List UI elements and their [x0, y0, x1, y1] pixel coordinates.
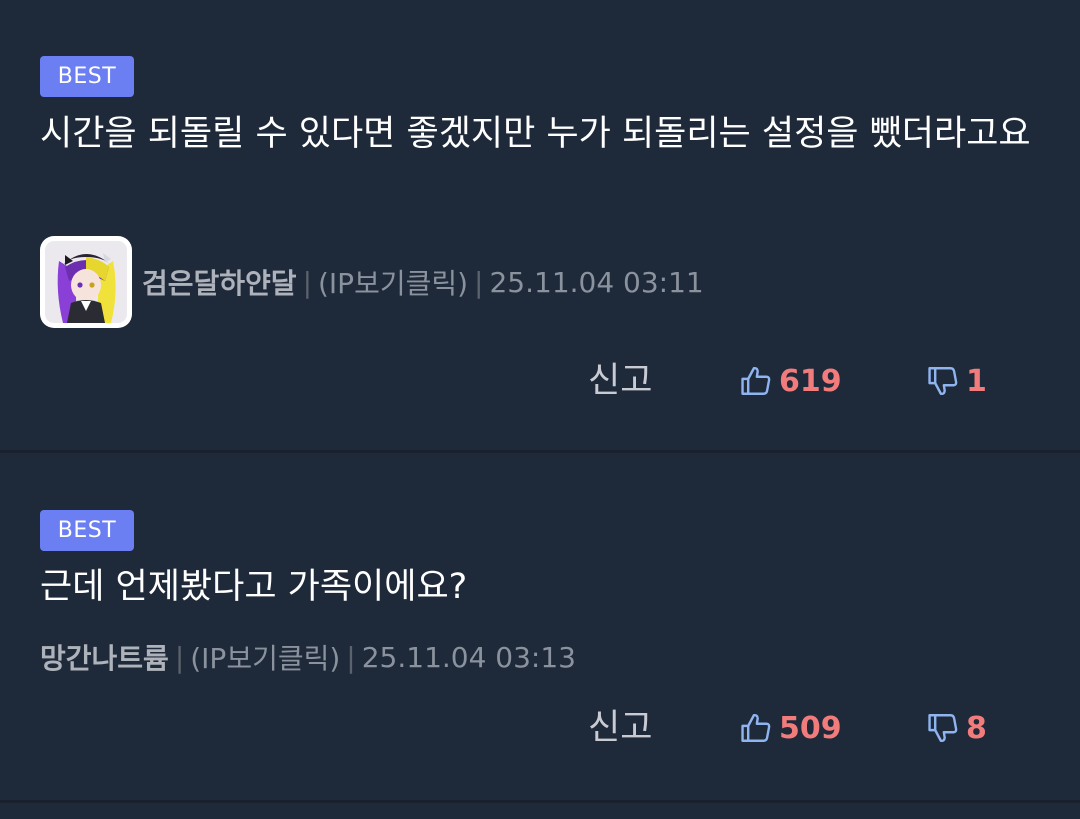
nickname[interactable]: 망간나트륨 — [40, 637, 169, 677]
comment-meta: 검은달하얀달 | (IP보기클릭) | 25.11.04 03:11 — [40, 236, 704, 328]
report-button[interactable]: 신고 — [588, 703, 652, 753]
ip-link[interactable]: (IP보기클릭) — [190, 637, 340, 677]
comment-item: BEST 시간을 되돌릴 수 있다면 좋겠지만 누가 되돌리는 설정을 뺐더라고… — [0, 0, 1080, 453]
comment-actions: 신고 619 1 — [0, 356, 1080, 406]
ip-link[interactable]: (IP보기클릭) — [318, 262, 468, 302]
timestamp: 25.11.04 03:13 — [361, 640, 576, 674]
separator: | — [474, 265, 484, 299]
like-count: 619 — [779, 363, 842, 399]
thumbs-down-icon — [928, 714, 958, 743]
thumbs-up-icon — [741, 366, 771, 395]
like-count: 509 — [779, 710, 842, 746]
timestamp: 25.11.04 03:11 — [489, 265, 704, 299]
dislike-count: 8 — [966, 710, 987, 746]
comment-actions: 신고 509 8 — [0, 703, 1080, 753]
dislike-button[interactable]: 8 — [926, 703, 987, 753]
dislike-count: 1 — [966, 363, 987, 399]
nickname[interactable]: 검은달하얀달 — [142, 262, 297, 302]
comment-text: 시간을 되돌릴 수 있다면 좋겠지만 누가 되돌리는 설정을 뺐더라고요 — [40, 114, 1031, 154]
separator: | — [302, 265, 312, 299]
separator: | — [346, 640, 356, 674]
thumbs-up-icon — [741, 713, 771, 742]
best-badge: BEST — [40, 56, 134, 97]
comment-text: 근데 언제봤다고 가족이에요? — [40, 567, 468, 607]
separator: | — [174, 640, 185, 674]
thumbs-down-icon — [928, 367, 958, 396]
avatar[interactable] — [40, 236, 132, 328]
comment-item: BEST 근데 언제봤다고 가족이에요? 망간나트륨 | (IP보기클릭) | … — [0, 453, 1080, 803]
avatar-image — [45, 241, 127, 323]
like-button[interactable]: 509 — [739, 703, 842, 753]
best-badge: BEST — [40, 510, 134, 551]
like-button[interactable]: 619 — [739, 356, 842, 406]
comment-meta: 망간나트륨 | (IP보기클릭) | 25.11.04 03:13 — [40, 637, 576, 677]
dislike-button[interactable]: 1 — [926, 356, 987, 406]
report-button[interactable]: 신고 — [588, 356, 652, 406]
